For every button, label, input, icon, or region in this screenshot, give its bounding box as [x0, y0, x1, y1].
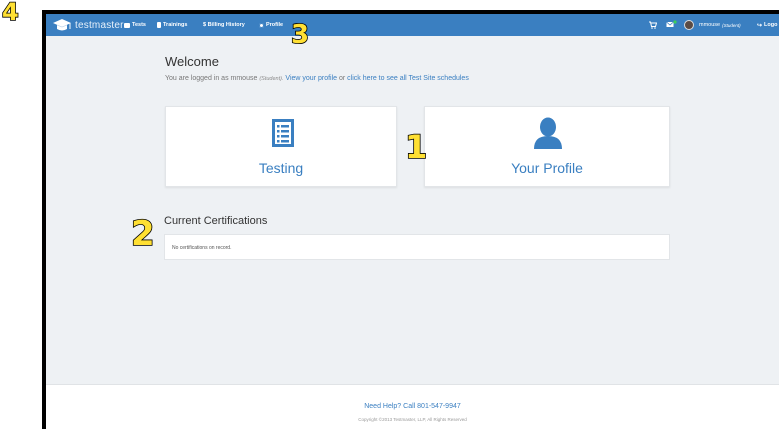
graduation-cap-icon	[53, 19, 71, 31]
list-icon	[124, 22, 130, 28]
list-icon	[272, 119, 294, 147]
user-role: (Student)	[722, 22, 741, 28]
nav-tests-label: Tests	[132, 22, 146, 28]
envelope-icon[interactable]	[666, 20, 677, 29]
nav-tests[interactable]: Tests	[124, 14, 146, 36]
no-certifications-text: No certifications on record.	[172, 245, 232, 251]
role-text: (Student).	[259, 76, 284, 82]
help-phone-link[interactable]: Need Help? Call 801-547-9947	[46, 403, 779, 410]
certifications-panel: No certifications on record.	[164, 234, 670, 260]
footer: Need Help? Call 801-547-9947 Copyright ©…	[46, 384, 779, 429]
avatar[interactable]	[684, 20, 694, 30]
brand-name: testmaster	[75, 19, 124, 31]
callout-number-4: 4	[1, 0, 19, 26]
logged-in-text: You are logged in as mmouse	[165, 75, 258, 82]
welcome-message: You are logged in as mmouse (Student). V…	[165, 75, 469, 82]
cart-icon[interactable]	[649, 21, 657, 29]
copyright-text: Copyright ©2013 Testmaster, LLP, All Rig…	[358, 417, 467, 422]
user-menu[interactable]: mmouse (Student)	[699, 14, 741, 36]
testing-card-label: Testing	[258, 160, 304, 176]
your-profile-card[interactable]: Your Profile	[424, 106, 670, 187]
app-window: testmaster Tests Trainings $ Billing His…	[46, 14, 779, 429]
schedules-link[interactable]: click here to see all Test Site schedule…	[347, 75, 469, 82]
book-icon	[157, 22, 161, 28]
certifications-heading: Current Certifications	[164, 215, 268, 227]
your-profile-card-label: Your Profile	[511, 160, 583, 176]
user-icon	[534, 117, 562, 149]
view-profile-link[interactable]: View your profile	[285, 75, 337, 82]
testing-card[interactable]: Testing	[165, 106, 397, 187]
nav-trainings-label: Trainings	[163, 22, 188, 28]
nav-profile-label: Profile	[266, 22, 284, 28]
nav-billing-history[interactable]: $ Billing History	[203, 14, 245, 36]
callout-number-1: 1	[404, 128, 428, 166]
screenshot-frame: testmaster Tests Trainings $ Billing His…	[0, 0, 779, 429]
nav-profile[interactable]: Profile	[259, 14, 283, 36]
nav-trainings[interactable]: Trainings	[157, 14, 187, 36]
callout-number-2: 2	[130, 214, 155, 254]
user-name: mmouse	[699, 22, 721, 28]
page-title: Welcome	[165, 54, 219, 69]
logout-icon: ↪	[757, 22, 763, 29]
logout-label: Logo	[764, 22, 778, 28]
top-navbar: testmaster Tests Trainings $ Billing His…	[46, 14, 779, 36]
brand-logo[interactable]: testmaster	[52, 16, 124, 34]
nav-billing-label: $ Billing History	[203, 22, 245, 28]
callout-number-3: 3	[290, 20, 310, 50]
logout-button[interactable]: ↪ Logo	[757, 14, 777, 36]
gear-icon	[259, 22, 264, 28]
or-text: or	[337, 75, 348, 82]
